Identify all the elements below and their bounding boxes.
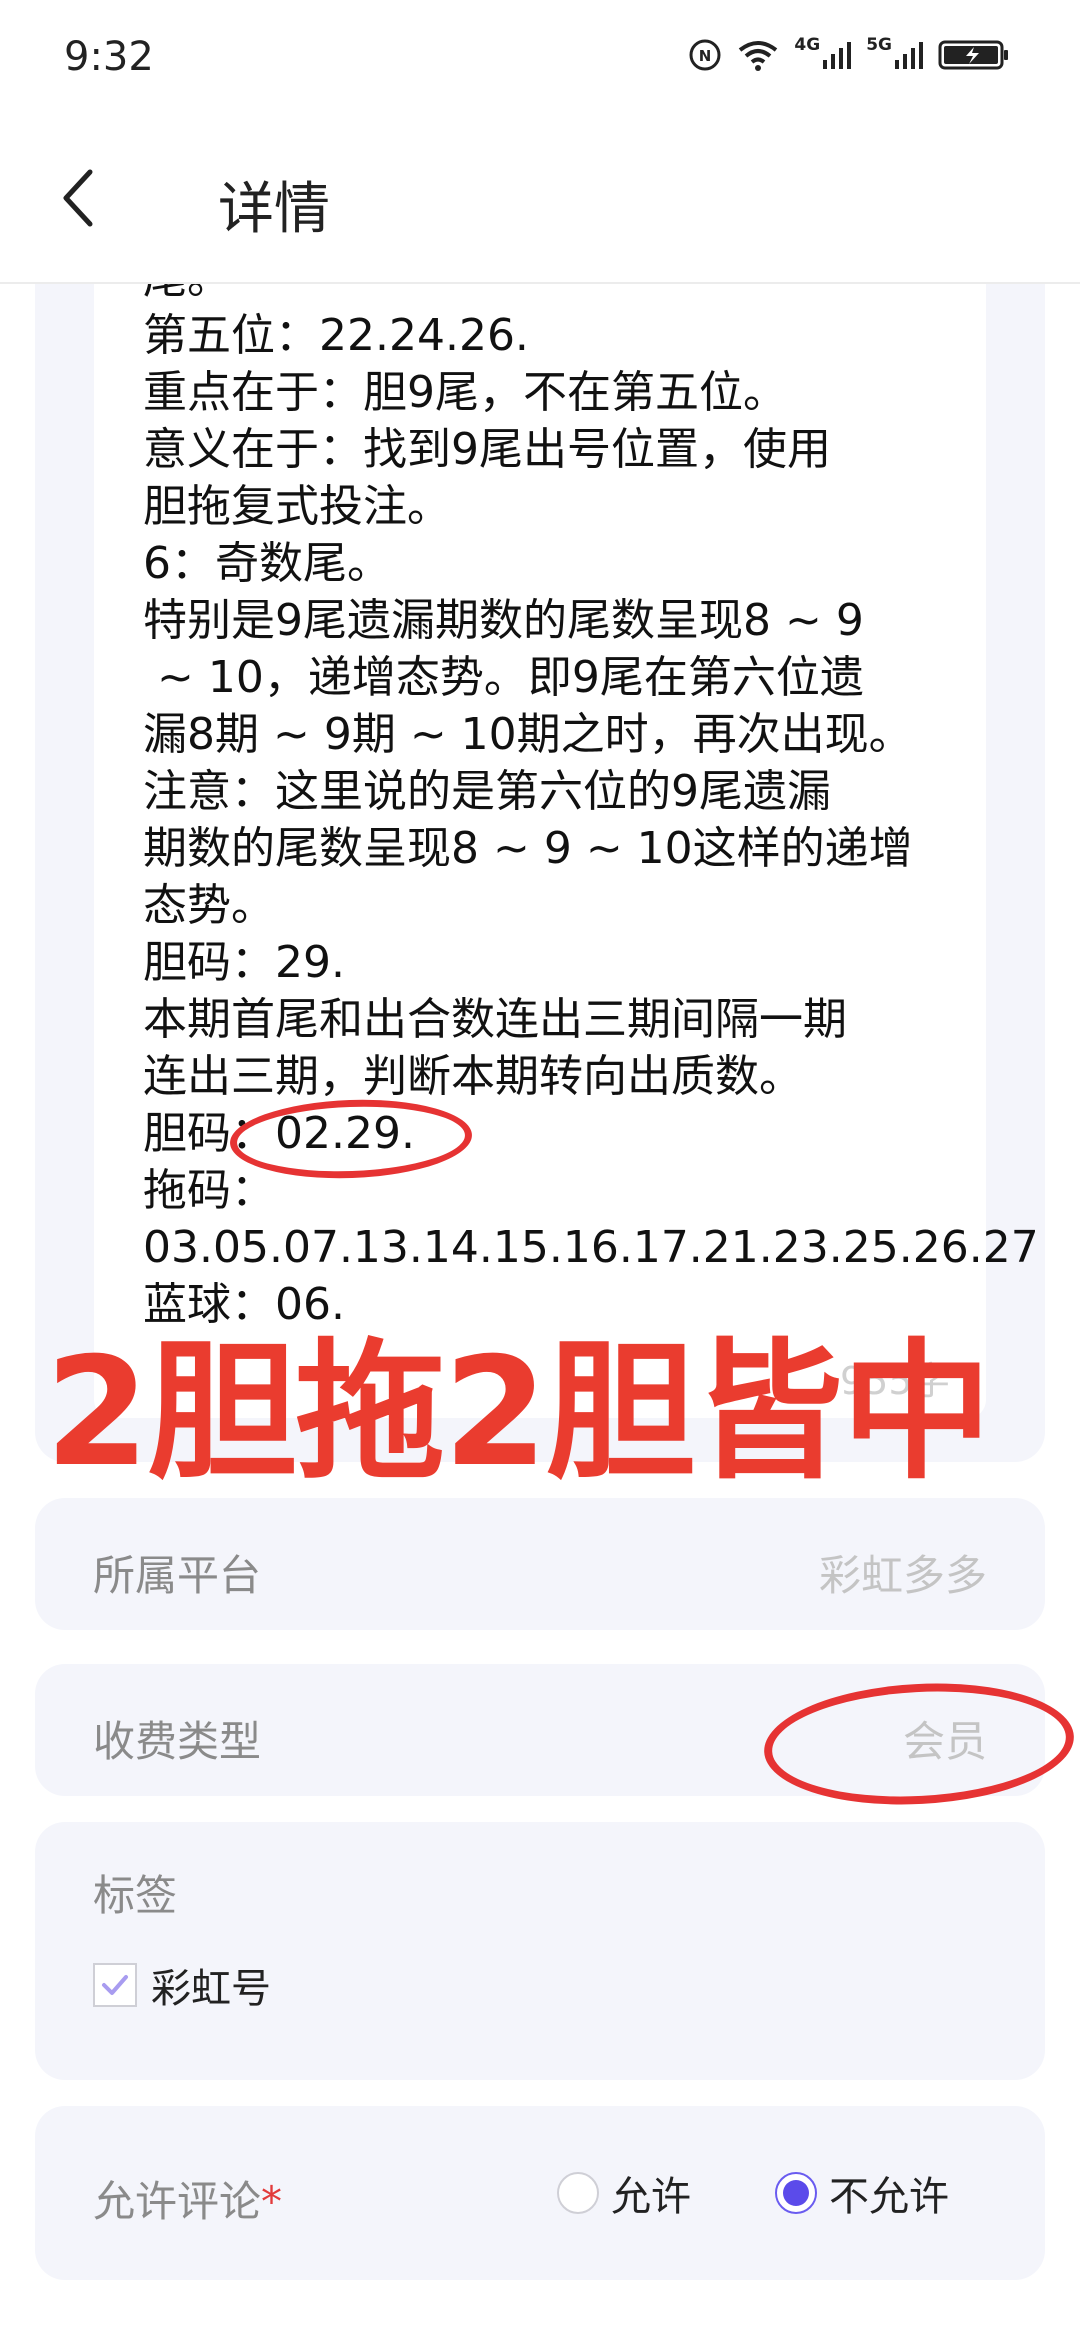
radio-allow-option[interactable]: 允许 <box>557 2164 691 2222</box>
tags-label: 标签 <box>93 1871 178 1920</box>
signal-5g-icon: 5G <box>866 34 924 72</box>
platform-value: 彩虹多多 <box>818 1551 987 1600</box>
nfc-icon: N <box>688 38 722 72</box>
back-button[interactable] <box>40 160 116 236</box>
annotation-overlay-text: 2胆拖2胆皆中 <box>45 1326 992 1500</box>
wifi-icon <box>736 38 780 72</box>
tag-option[interactable]: 彩虹号 <box>93 1956 271 2014</box>
platform-label: 所属平台 <box>93 1551 262 1600</box>
svg-text:N: N <box>699 47 712 65</box>
radio-deny-label: 不允许 <box>829 2174 949 2220</box>
radio-selected-dot <box>783 2180 809 2206</box>
tag-checkbox[interactable] <box>93 1963 137 2007</box>
checkmark-icon <box>102 1975 128 1995</box>
radio-allow[interactable] <box>557 2172 599 2214</box>
status-icons: N 4G 5G <box>688 34 1010 72</box>
page-title: 详情 <box>218 177 330 242</box>
tags-row: 标签 彩虹号 <box>35 1822 1045 2080</box>
radio-deny-option[interactable]: 不允许 <box>775 2164 949 2222</box>
header-bar: 详情 <box>0 120 1080 284</box>
tag-option-label: 彩虹号 <box>151 1966 271 2012</box>
status-time: 9:32 <box>64 34 154 80</box>
signal-4g-icon: 4G <box>794 34 852 72</box>
signal-4g-label: 4G <box>794 34 821 55</box>
chevron-left-icon <box>63 169 93 227</box>
comment-row: 允许评论* 允许 不允许 <box>35 2106 1045 2280</box>
battery-charging-icon <box>938 38 1010 72</box>
radio-deny[interactable] <box>775 2172 817 2214</box>
comment-label: 允许评论* <box>93 2168 282 2229</box>
required-mark: * <box>261 2177 283 2226</box>
radio-allow-label: 允许 <box>611 2174 691 2220</box>
fee-type-label: 收费类型 <box>93 1717 262 1766</box>
platform-row[interactable]: 所属平台 彩虹多多 <box>35 1498 1045 1630</box>
signal-5g-label: 5G <box>866 34 892 55</box>
comment-label-text: 允许评论 <box>93 2177 262 2226</box>
status-bar: 9:32 N 4G 5G <box>0 0 1080 120</box>
